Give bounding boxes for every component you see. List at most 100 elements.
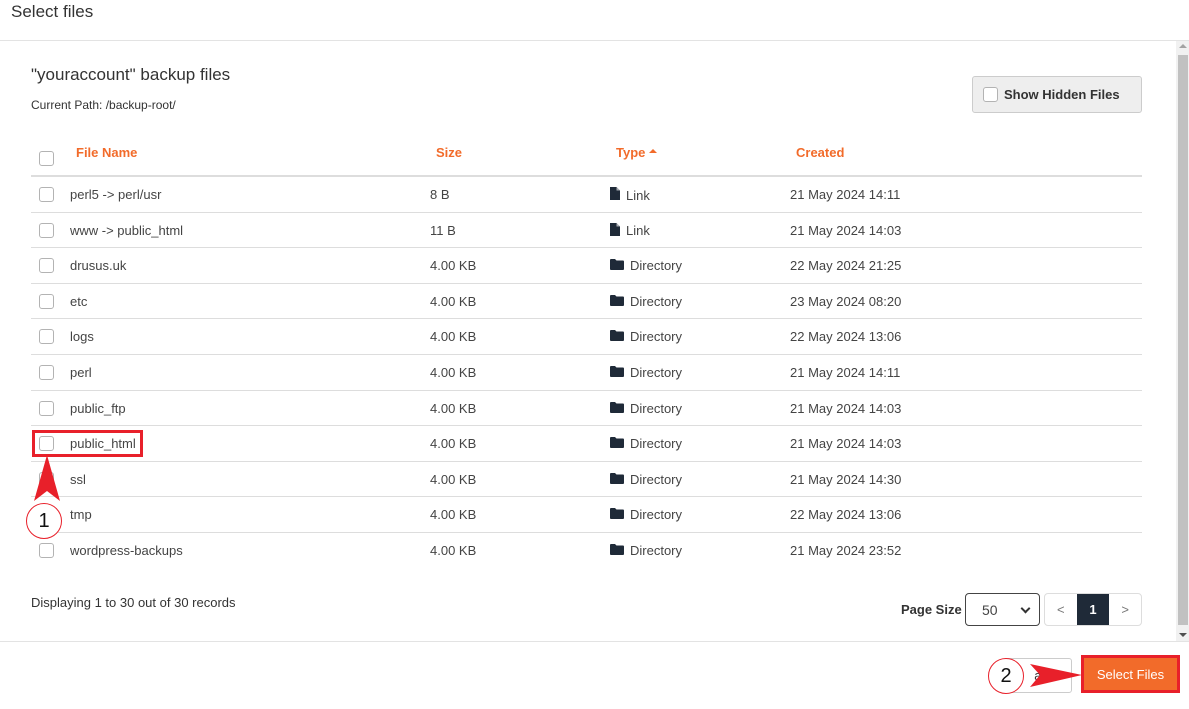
table-body: perl5 -> perl/usr 8 B Link 21 May 2024 14:1… bbox=[31, 177, 1142, 569]
file-name[interactable]: ssl bbox=[70, 472, 86, 487]
annotation-step-1: 1 bbox=[26, 503, 62, 539]
file-size: 11 B bbox=[430, 222, 456, 238]
file-size: 4.00 KB bbox=[430, 329, 477, 345]
folder-icon bbox=[610, 258, 624, 273]
file-created: 23 May 2024 08:20 bbox=[790, 293, 902, 309]
row-checkbox[interactable] bbox=[39, 187, 54, 202]
column-header-type[interactable]: Type bbox=[616, 145, 658, 160]
records-count: Displaying 1 to 30 out of 30 records bbox=[31, 595, 236, 610]
file-size: 8 B bbox=[430, 187, 450, 202]
row-checkbox[interactable] bbox=[39, 400, 54, 416]
file-size: 4.00 KB bbox=[430, 507, 477, 523]
sort-ascending-icon bbox=[649, 148, 658, 153]
scroll-down-arrow-icon[interactable] bbox=[1179, 633, 1187, 637]
column-header-created[interactable]: Created bbox=[796, 145, 844, 160]
folder-icon bbox=[610, 294, 624, 309]
column-header-file-name[interactable]: File Name bbox=[76, 145, 137, 160]
table-row[interactable]: perl5 -> perl/usr 8 B Link 21 May 2024 14:1… bbox=[31, 177, 1142, 213]
file-created: 22 May 2024 13:06 bbox=[790, 507, 902, 523]
pagination: < 1 > bbox=[1044, 593, 1142, 626]
page-1-button[interactable]: 1 bbox=[1076, 594, 1110, 625]
table-row[interactable]: www -> public_html 11 B Link 21 May 2024 14… bbox=[31, 213, 1142, 249]
file-type-label: Directory bbox=[630, 507, 683, 523]
folder-icon bbox=[610, 507, 624, 522]
table-row[interactable]: logs 4.00 KB Directory 22 May 2024 13:06 bbox=[31, 319, 1142, 355]
file-name[interactable]: drusus.uk bbox=[70, 258, 126, 273]
table-row[interactable]: etc 4.00 KB Directory 23 May 2024 08:20 bbox=[31, 284, 1142, 320]
file-type-label: Directory bbox=[630, 364, 683, 380]
select-all-checkbox[interactable] bbox=[39, 151, 54, 166]
file-type: Directory bbox=[610, 436, 682, 451]
table-row[interactable]: ssl 4.00 KB Directory 21 May 2024 14:30 bbox=[31, 462, 1142, 498]
page-size-select[interactable]: 50 bbox=[965, 593, 1040, 626]
file-size: 4.00 KB bbox=[430, 364, 477, 380]
page-size-label: Page Size bbox=[901, 602, 962, 617]
annotation-arrow-right bbox=[1030, 664, 1082, 687]
file-size: 4.00 KB bbox=[430, 258, 477, 274]
folder-icon bbox=[610, 543, 624, 558]
column-header-size[interactable]: Size bbox=[436, 145, 462, 160]
next-page-button[interactable]: > bbox=[1109, 594, 1141, 625]
modal-header: Select files bbox=[0, 0, 1189, 41]
file-name[interactable]: tmp bbox=[70, 507, 92, 522]
annotation-arrow-up bbox=[34, 455, 60, 501]
folder-icon bbox=[610, 472, 624, 487]
file-name[interactable]: wordpress-backups bbox=[70, 543, 183, 558]
annotation-step-2: 2 bbox=[988, 658, 1024, 694]
vertical-scrollbar[interactable] bbox=[1176, 41, 1189, 641]
file-type-label: Directory bbox=[630, 436, 683, 452]
file-type: Directory bbox=[610, 258, 682, 273]
folder-icon bbox=[610, 436, 624, 451]
table-row[interactable]: public_ftp 4.00 KB Directory 21 May 2024 14… bbox=[31, 391, 1142, 427]
file-name[interactable]: www -> public_html bbox=[70, 223, 183, 238]
table-row[interactable]: wordpress-backups 4.00 KB Directory 21 May … bbox=[31, 533, 1142, 569]
file-created: 21 May 2024 14:03 bbox=[790, 436, 902, 452]
table-row[interactable]: public_html 4.00 KB Directory 21 May 2024 1… bbox=[31, 426, 1142, 462]
file-type-label: Directory bbox=[630, 471, 683, 487]
row-checkbox[interactable] bbox=[39, 542, 54, 558]
file-type-label: Directory bbox=[630, 293, 683, 309]
folder-icon bbox=[610, 365, 624, 380]
table-row[interactable]: drusus.uk 4.00 KB Directory 22 May 2024 21:… bbox=[31, 248, 1142, 284]
file-type: Directory bbox=[610, 294, 682, 309]
scroll-up-arrow-icon[interactable] bbox=[1179, 44, 1187, 48]
table-row[interactable]: tmp 4.00 KB Directory 22 May 2024 13:06 bbox=[31, 497, 1142, 533]
folder-icon bbox=[610, 401, 624, 416]
file-created: 21 May 2024 14:11 bbox=[790, 364, 901, 380]
file-created: 21 May 2024 23:52 bbox=[790, 542, 902, 558]
table-header: File Name Size Type Created bbox=[31, 137, 1142, 177]
file-name[interactable]: logs bbox=[70, 329, 94, 344]
file-name[interactable]: etc bbox=[70, 294, 87, 309]
current-path: Current Path: /backup-root/ bbox=[31, 98, 176, 112]
file-created: 21 May 2024 14:03 bbox=[790, 222, 902, 238]
prev-page-button[interactable]: < bbox=[1045, 594, 1077, 625]
file-name[interactable]: perl5 -> perl/usr bbox=[70, 187, 161, 202]
select-files-button[interactable]: Select Files bbox=[1081, 655, 1180, 693]
row-checkbox[interactable] bbox=[39, 364, 54, 380]
file-type-label: Directory bbox=[630, 258, 683, 274]
page-size-value: 50 bbox=[982, 601, 998, 618]
file-size: 4.00 KB bbox=[430, 400, 477, 416]
file-created: 21 May 2024 14:03 bbox=[790, 400, 902, 416]
show-hidden-files-toggle[interactable]: Show Hidden Files bbox=[972, 76, 1142, 113]
file-name[interactable]: public_ftp bbox=[70, 401, 126, 416]
file-icon bbox=[610, 187, 620, 203]
file-size: 4.00 KB bbox=[430, 542, 477, 558]
row-checkbox[interactable] bbox=[39, 222, 54, 238]
scroll-thumb[interactable] bbox=[1178, 55, 1188, 625]
table-row[interactable]: perl 4.00 KB Directory 21 May 2024 14:11 bbox=[31, 355, 1142, 391]
file-icon bbox=[610, 222, 620, 239]
row-checkbox[interactable] bbox=[39, 293, 54, 309]
file-type: Directory bbox=[610, 507, 682, 522]
file-type-label: Link bbox=[626, 223, 650, 239]
backup-files-title: "youraccount" backup files bbox=[31, 65, 231, 84]
file-size: 4.00 KB bbox=[430, 471, 477, 487]
file-type-label: Link bbox=[626, 187, 650, 203]
column-header-type-label: Type bbox=[616, 145, 646, 160]
file-created: 22 May 2024 13:06 bbox=[790, 329, 902, 345]
show-hidden-checkbox[interactable] bbox=[983, 87, 998, 102]
file-name[interactable]: perl bbox=[70, 365, 92, 380]
modal-title: Select files bbox=[11, 2, 94, 21]
row-checkbox[interactable] bbox=[39, 329, 54, 345]
row-checkbox[interactable] bbox=[39, 258, 54, 274]
